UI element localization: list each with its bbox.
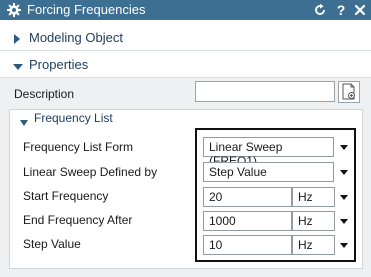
section-properties[interactable]: Properties: [0, 53, 371, 78]
start-frequency-unit-select[interactable]: Hz: [292, 187, 335, 207]
chevron-down-icon[interactable]: [335, 162, 352, 182]
chevron-down-icon[interactable]: [335, 211, 352, 231]
end-frequency-label: End Frequency After: [23, 213, 133, 227]
document-edit-icon: [342, 83, 355, 100]
linear-sweep-defined-by-label: Linear Sweep Defined by: [23, 165, 158, 179]
chevron-right-icon: [13, 33, 21, 47]
step-value-unit-select[interactable]: Hz: [292, 235, 335, 255]
chevron-down-icon[interactable]: [335, 137, 352, 157]
window-title: Forcing Frequencies: [27, 2, 146, 17]
edit-description-button[interactable]: [338, 81, 360, 103]
start-frequency-value: 20: [209, 190, 223, 204]
section-modeling-object[interactable]: Modeling Object: [0, 26, 371, 51]
end-frequency-unit-select[interactable]: Hz: [292, 211, 335, 231]
section-label-properties: Properties: [29, 57, 89, 72]
linear-sweep-defined-by-select[interactable]: Step Value: [203, 162, 334, 182]
step-value-unit: Hz: [298, 238, 313, 252]
chevron-down-icon[interactable]: [335, 187, 352, 207]
end-frequency-value: 1000: [209, 214, 236, 228]
end-frequency-input[interactable]: 1000: [203, 211, 292, 231]
gear-icon: [6, 2, 22, 18]
help-button[interactable]: ?: [333, 2, 349, 18]
start-frequency-label: Start Frequency: [23, 189, 109, 203]
frequency-list-header[interactable]: Frequency List: [10, 110, 362, 127]
close-icon[interactable]: [352, 2, 368, 18]
section-label-modeling-object: Modeling Object: [29, 30, 123, 45]
start-frequency-unit: Hz: [298, 190, 313, 204]
step-value-label: Step Value: [23, 237, 81, 251]
chevron-down-icon: [20, 115, 28, 129]
frequency-list-form-select[interactable]: Linear Sweep (FREQ1): [203, 137, 334, 168]
reset-icon[interactable]: [312, 2, 328, 18]
title-bar: Forcing Frequencies ?: [0, 0, 371, 20]
chevron-down-icon: [13, 60, 23, 74]
step-value-value: 10: [209, 238, 223, 252]
chevron-down-icon[interactable]: [335, 235, 352, 255]
frequency-list-title: Frequency List: [34, 111, 113, 125]
description-input[interactable]: [195, 81, 335, 102]
end-frequency-unit: Hz: [298, 214, 313, 228]
linear-sweep-defined-by-value: Step Value: [209, 165, 267, 179]
start-frequency-input[interactable]: 20: [203, 187, 292, 207]
description-label: Description: [14, 87, 75, 101]
frequency-list-form-label: Frequency List Form: [23, 140, 134, 154]
step-value-input[interactable]: 10: [203, 235, 292, 255]
